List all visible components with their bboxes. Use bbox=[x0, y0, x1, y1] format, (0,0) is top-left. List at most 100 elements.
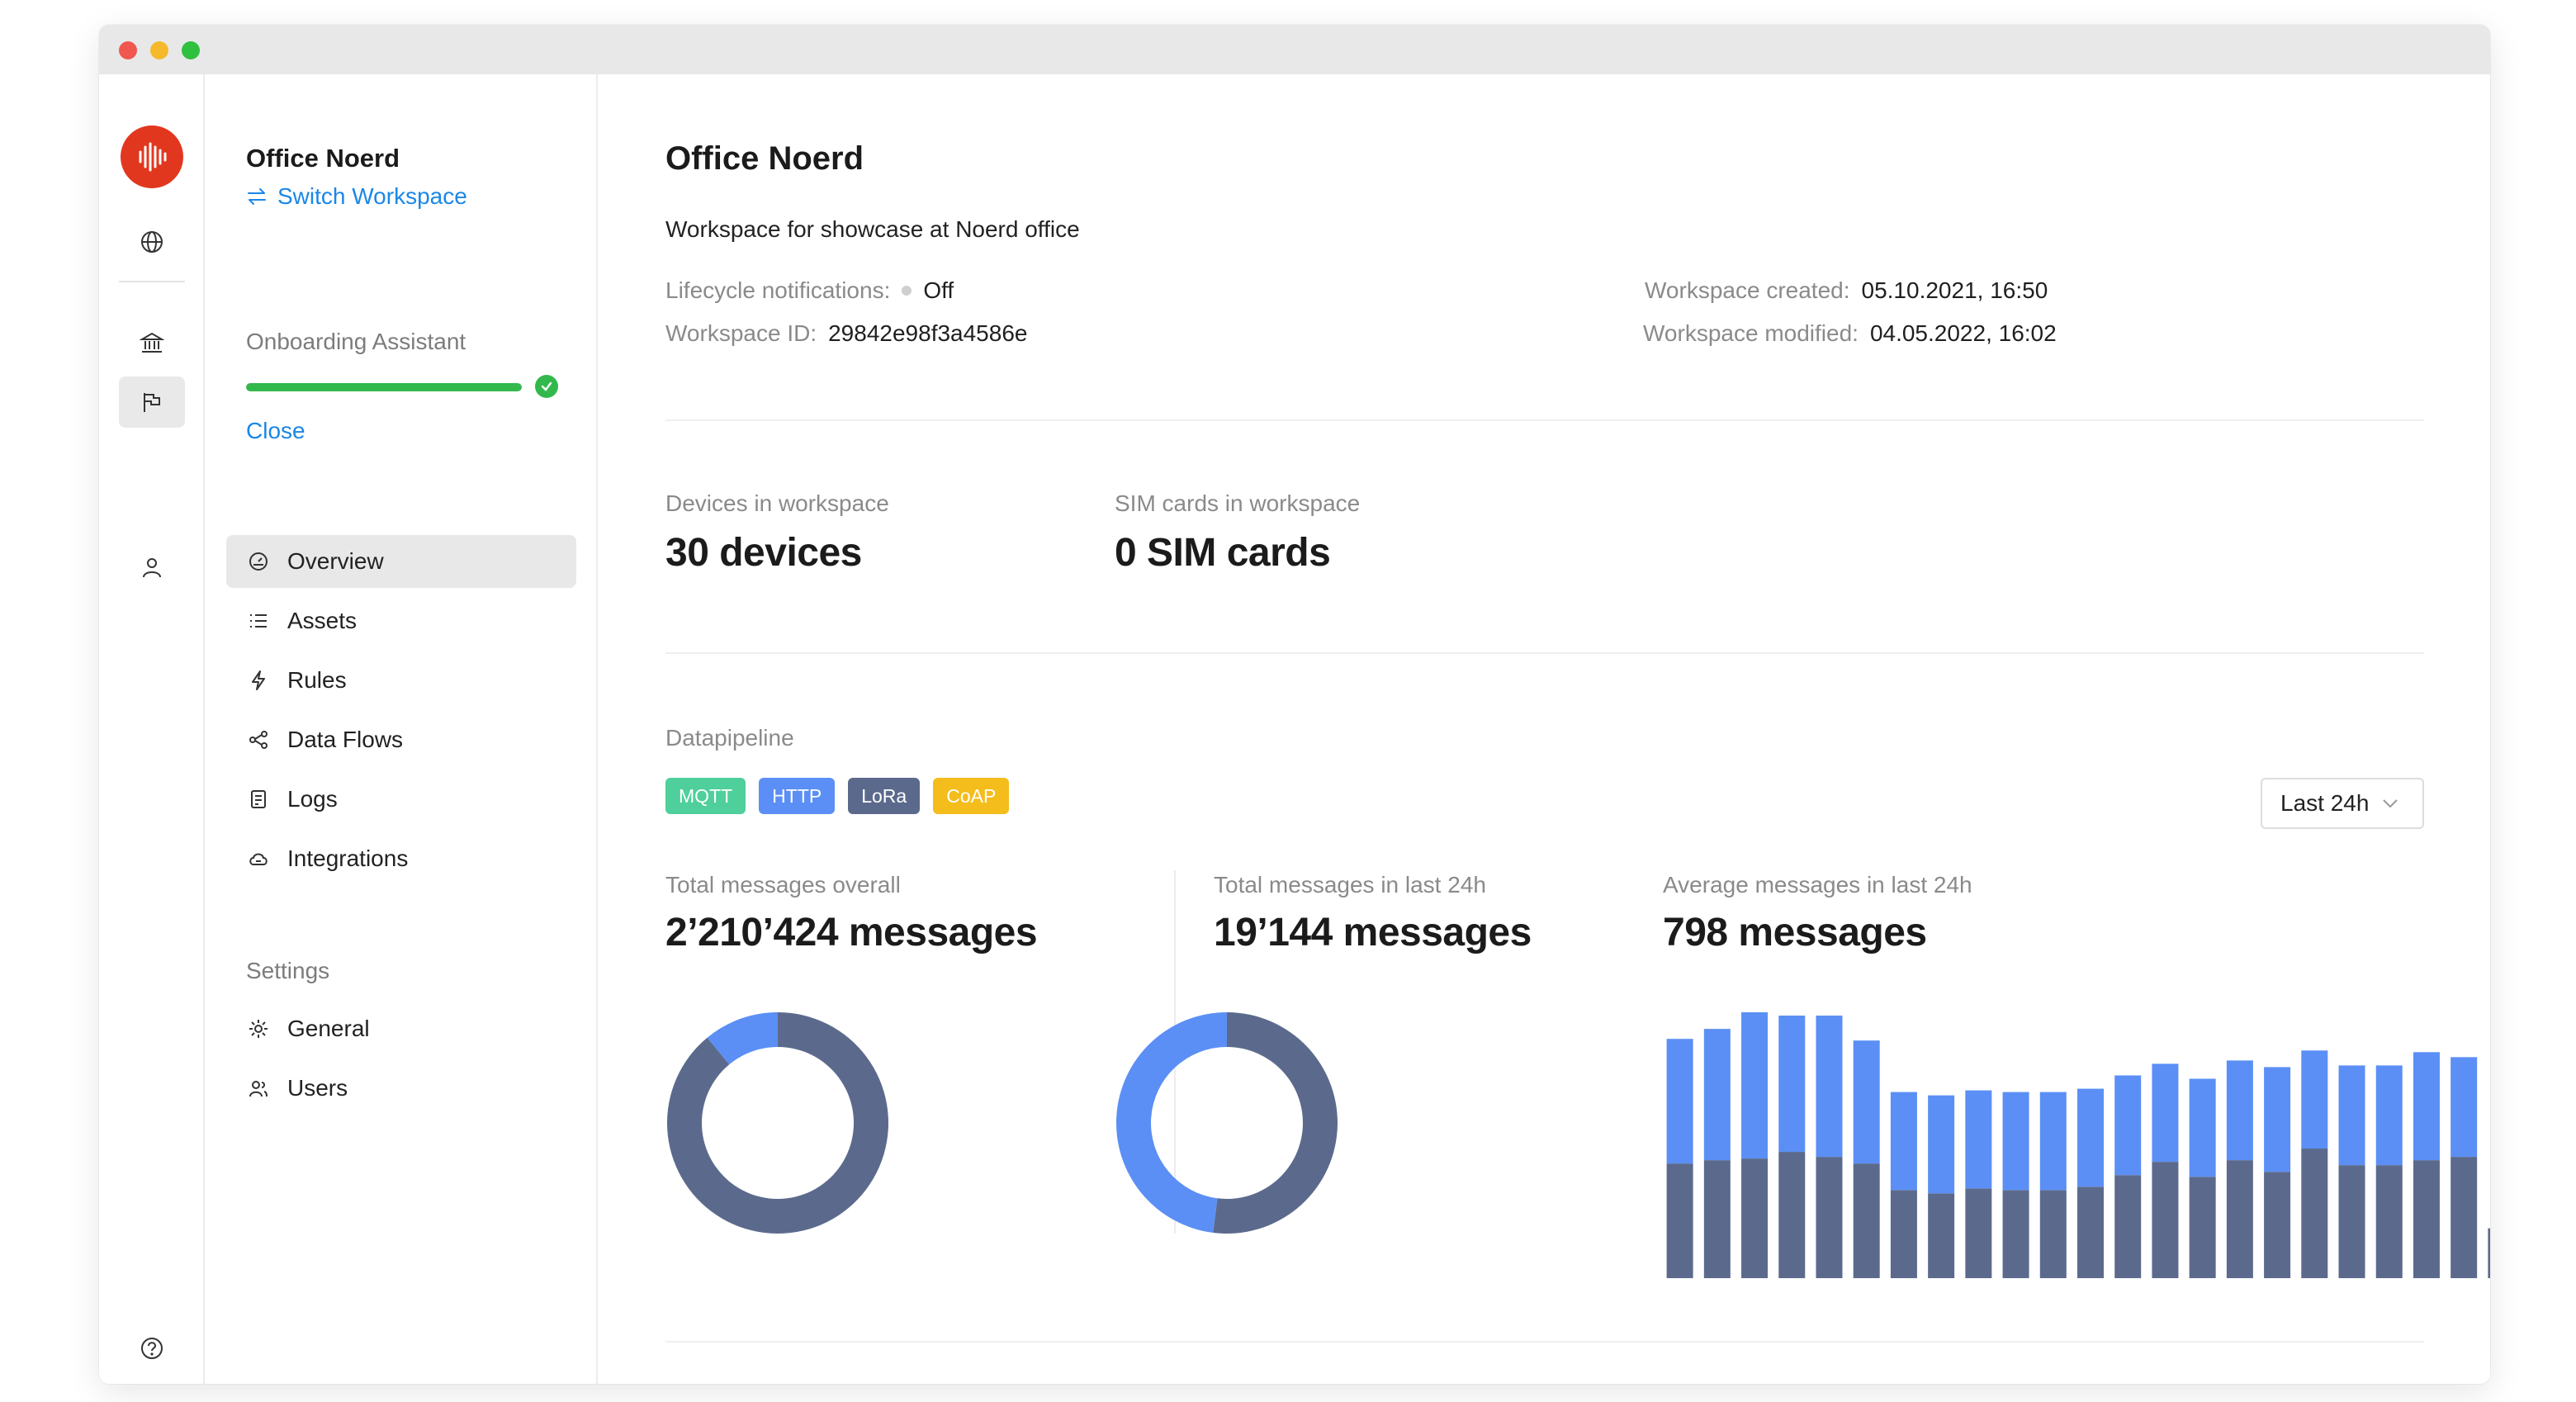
lifecycle-notifications: Lifecycle notifications: Off bbox=[665, 277, 954, 303]
icon-rail bbox=[99, 74, 205, 1384]
devices-value: 30 devices bbox=[665, 531, 862, 575]
workspace-name: Office Noerd bbox=[246, 144, 400, 173]
protocol-chip-lora: LoRa bbox=[848, 778, 921, 814]
bar-segment bbox=[1928, 1095, 1955, 1194]
bar-segment bbox=[2077, 1088, 2104, 1187]
bar-segment bbox=[2189, 1177, 2216, 1278]
user-icon bbox=[143, 558, 161, 578]
nav-item-label: Assets bbox=[287, 608, 358, 633]
bar-segment bbox=[2264, 1172, 2291, 1278]
bar-segment bbox=[1965, 1188, 1992, 1278]
nav-item-label: Logs bbox=[287, 786, 338, 812]
nav-item-label: Data Flows bbox=[287, 727, 404, 752]
dashboard-icon bbox=[246, 549, 271, 574]
nav-item-assets[interactable]: Assets bbox=[226, 594, 576, 647]
nav-item-rules[interactable]: Rules bbox=[226, 654, 576, 707]
bar-segment bbox=[1816, 1157, 1843, 1278]
bar-segment bbox=[2002, 1092, 2029, 1191]
main-nav: Overview Assets Rules Data Flows Logs In… bbox=[226, 535, 576, 892]
bank-button[interactable] bbox=[119, 317, 185, 368]
help-button[interactable] bbox=[119, 1323, 185, 1374]
bar-segment bbox=[1965, 1090, 1992, 1189]
bar-segment bbox=[1666, 1163, 1693, 1278]
page-title: Office Noerd bbox=[665, 140, 864, 177]
bar-segment bbox=[1703, 1029, 1731, 1161]
nav-item-label: Rules bbox=[287, 667, 347, 693]
bar-segment bbox=[1853, 1040, 1880, 1164]
lifecycle-value: Off bbox=[923, 277, 954, 303]
section-divider bbox=[665, 652, 2424, 654]
workspace-id: Workspace ID: 29842e98f3a4586e bbox=[665, 320, 1028, 346]
bar-segment bbox=[2039, 1190, 2067, 1278]
nav-item-data-flows[interactable]: Data Flows bbox=[226, 713, 576, 766]
sims-label: SIM cards in workspace bbox=[1115, 490, 1361, 516]
workspace-description: Workspace for showcase at Noerd office bbox=[665, 216, 1080, 242]
bar-segment bbox=[1741, 1158, 1769, 1278]
nav-item-label: Overview bbox=[287, 548, 384, 574]
user-button[interactable] bbox=[119, 542, 185, 593]
nav-item-integrations[interactable]: Integrations bbox=[226, 832, 576, 885]
workspace-id-label: Workspace ID bbox=[665, 320, 811, 346]
bar-segment bbox=[2338, 1165, 2365, 1278]
maximize-window-button[interactable] bbox=[182, 41, 200, 59]
nav-item-label: Users bbox=[287, 1075, 348, 1101]
bar-segment bbox=[2451, 1057, 2478, 1158]
nav-item-logs[interactable]: Logs bbox=[226, 773, 576, 826]
nav-item-general[interactable]: General bbox=[226, 1002, 576, 1055]
globe-icon bbox=[141, 231, 163, 253]
nav-item-label: General bbox=[287, 1016, 370, 1041]
bar-segment bbox=[2264, 1067, 2291, 1172]
bar-segment bbox=[1778, 1016, 1806, 1153]
bar-segment bbox=[2189, 1078, 2216, 1177]
messages-per-hour-bar-chart bbox=[1666, 1012, 2490, 1278]
bar-segment bbox=[2413, 1160, 2440, 1278]
list-icon bbox=[246, 609, 271, 633]
created-value: 05.10.2021, 16:50 bbox=[1861, 277, 2048, 303]
bar-segment bbox=[1778, 1152, 1806, 1278]
avg-24h-label: Average messages in last 24h bbox=[1663, 872, 1972, 898]
help-icon bbox=[141, 1338, 163, 1359]
nav-item-overview[interactable]: Overview bbox=[226, 535, 576, 588]
gear-icon bbox=[246, 1016, 271, 1041]
bar-segment bbox=[2114, 1075, 2142, 1176]
switch-workspace-label: Switch Workspace bbox=[277, 183, 467, 209]
time-range-value: Last 24h bbox=[2280, 790, 2370, 816]
switch-workspace-link[interactable]: Switch Workspace bbox=[246, 183, 467, 210]
check-icon bbox=[535, 375, 558, 398]
section-divider bbox=[665, 419, 2424, 421]
onboarding-close-link[interactable]: Close bbox=[246, 418, 305, 444]
bar-segment bbox=[2301, 1050, 2328, 1149]
globe-button[interactable] bbox=[119, 216, 185, 268]
log-icon bbox=[246, 787, 271, 812]
bar-segment bbox=[1890, 1092, 1917, 1191]
cloud-sync-icon bbox=[246, 846, 271, 871]
protocol-chip-mqtt: MQTT bbox=[665, 778, 746, 814]
devices-label: Devices in workspace bbox=[665, 490, 889, 516]
flag-button[interactable] bbox=[119, 377, 185, 428]
nav-item-users[interactable]: Users bbox=[226, 1062, 576, 1115]
window-titlebar bbox=[99, 25, 2490, 74]
chevron-down-icon bbox=[2383, 799, 2398, 808]
bar-segment bbox=[2451, 1157, 2478, 1278]
total-24h-label: Total messages in last 24h bbox=[1214, 872, 1486, 898]
onboarding-title: Onboarding Assistant bbox=[246, 329, 466, 354]
app-logo[interactable] bbox=[121, 126, 183, 188]
bar-segment bbox=[2375, 1165, 2403, 1278]
minimize-window-button[interactable] bbox=[150, 41, 168, 59]
messages-24h-donut bbox=[1116, 1012, 1338, 1234]
onboarding-progress-bar bbox=[246, 383, 522, 391]
protocol-chip-coap: CoAP bbox=[933, 778, 1010, 814]
protocol-chips: MQTT HTTP LoRa CoAP bbox=[665, 778, 1010, 814]
bar-segment bbox=[2226, 1060, 2253, 1161]
close-window-button[interactable] bbox=[119, 41, 137, 59]
bar-segment bbox=[2002, 1190, 2029, 1278]
rail-divider bbox=[119, 281, 185, 282]
bank-icon bbox=[140, 332, 164, 353]
time-range-select[interactable]: Last 24h bbox=[2261, 778, 2424, 829]
bar-segment bbox=[2301, 1149, 2328, 1278]
workspace-modified: Workspace modified: 04.05.2022, 16:02 bbox=[1643, 320, 2057, 346]
bar-segment bbox=[2039, 1092, 2067, 1191]
status-dot bbox=[902, 286, 912, 296]
main-content: Office Noerd Workspace for showcase at N… bbox=[596, 74, 2490, 1384]
bar-segment bbox=[1666, 1039, 1693, 1164]
